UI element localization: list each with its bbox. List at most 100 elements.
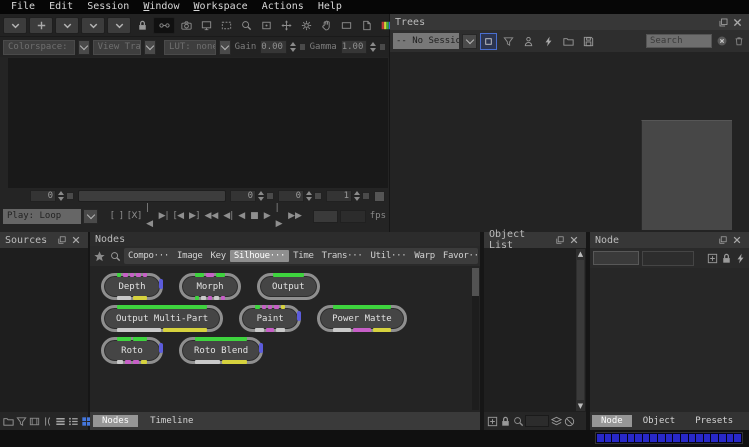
search-input[interactable] — [646, 34, 712, 48]
tab-notes[interactable]: Notes — [744, 415, 749, 427]
goto-start-button[interactable]: |◀ — [145, 200, 154, 232]
rewind-button[interactable]: ◀◀ — [203, 208, 219, 224]
layers-button[interactable] — [550, 413, 562, 430]
vertical-scrollbar[interactable] — [472, 268, 479, 410]
search-nodes-icon[interactable] — [108, 250, 122, 263]
add-node-button[interactable] — [706, 250, 718, 267]
menu-item-workspace[interactable]: Workspace — [186, 0, 254, 14]
reset-view-button[interactable] — [297, 17, 315, 34]
list-view-button[interactable] — [54, 413, 66, 430]
gain-stepper[interactable] — [290, 42, 296, 52]
fast-forward-button[interactable]: ▶▶ — [287, 208, 303, 224]
play-mode-chevron[interactable] — [83, 209, 98, 224]
session-dropdown[interactable]: -- No Session -- — [393, 33, 459, 49]
detail-view-button[interactable] — [67, 413, 79, 430]
menu-item-help[interactable]: Help — [311, 0, 349, 14]
node-label-field[interactable] — [642, 251, 694, 266]
tab-presets[interactable]: Presets — [686, 415, 742, 427]
vertical-scrollbar[interactable]: ▲ ▼ — [576, 249, 585, 411]
session-chevron[interactable] — [462, 34, 477, 49]
filter-sources-button[interactable] — [15, 413, 27, 430]
hand-pan-button[interactable] — [317, 17, 335, 34]
region-box-button[interactable] — [257, 17, 275, 34]
zoom-tool-button[interactable] — [237, 17, 255, 34]
node-item-output-multi-part[interactable]: Output Multi-Part — [101, 305, 223, 332]
tab-timeline[interactable]: Timeline — [141, 415, 202, 427]
add-object-button[interactable] — [486, 413, 498, 430]
close-panel-button[interactable] — [730, 234, 744, 247]
node-name-field[interactable] — [593, 251, 639, 265]
frame-reset-button[interactable] — [66, 192, 74, 200]
step-stepper[interactable] — [354, 191, 360, 201]
scrollbar-thumb[interactable] — [472, 268, 479, 296]
float-panel-button[interactable] — [554, 234, 568, 247]
add-viewer-button[interactable] — [29, 17, 53, 34]
process-node-button[interactable] — [734, 250, 746, 267]
viewer-canvas[interactable] — [8, 58, 388, 188]
tab-util[interactable]: Util··· — [367, 250, 411, 262]
goto-out-button[interactable]: ▶] — [188, 208, 200, 224]
range-start-reset[interactable] — [266, 192, 274, 200]
gain-field[interactable]: 0.00 — [260, 40, 287, 54]
tab-time[interactable]: Time — [289, 250, 317, 262]
trees-canvas[interactable] — [390, 52, 749, 232]
clear-search-button[interactable] — [715, 35, 729, 48]
goto-in-button[interactable]: [◀ — [173, 208, 185, 224]
set-in-button[interactable]: [ — [110, 208, 116, 224]
tab-nodes[interactable]: Nodes — [93, 415, 138, 427]
view-mode-dropdown[interactable] — [81, 17, 105, 34]
object-filter-field[interactable] — [525, 415, 549, 427]
fit-view-button[interactable] — [277, 17, 295, 34]
import-folder-button[interactable] — [560, 33, 577, 50]
disable-button[interactable] — [563, 413, 575, 430]
step-back-button[interactable]: ◀| — [222, 208, 234, 224]
menu-item-actions[interactable]: Actions — [255, 0, 311, 14]
node-item-morph[interactable]: Morph — [179, 273, 241, 300]
snapshot-button[interactable] — [177, 17, 195, 34]
filter-button[interactable] — [500, 33, 517, 50]
stop-button[interactable]: ■ — [249, 208, 260, 224]
object-list[interactable]: ▲ ▼ — [484, 248, 586, 412]
save-button[interactable] — [580, 33, 597, 50]
film-button[interactable] — [28, 413, 40, 430]
node-item-roto-blend[interactable]: Roto Blend — [179, 337, 263, 364]
sources-list[interactable] — [0, 248, 88, 412]
scroll-down-icon[interactable]: ▼ — [576, 401, 585, 411]
gamma-field[interactable]: 1.00 — [341, 40, 368, 54]
node-item-power-matte[interactable]: Power Matte — [317, 305, 407, 332]
float-panel-button[interactable] — [716, 234, 730, 247]
view-transform-dropdown[interactable]: View Trans··· — [93, 40, 141, 55]
layout-dropdown[interactable] — [55, 17, 79, 34]
menu-item-session[interactable]: Session — [80, 0, 136, 14]
tab-compo[interactable]: Compo··· — [124, 250, 173, 262]
tab-node[interactable]: Node — [592, 415, 632, 427]
float-panel-button[interactable] — [55, 234, 69, 247]
node-link-button[interactable] — [153, 17, 175, 34]
tab-key[interactable]: Key — [207, 250, 230, 262]
play-mode-dropdown[interactable]: Play: Loop — [3, 209, 81, 224]
lock-button[interactable] — [133, 17, 151, 34]
process-button[interactable] — [540, 33, 557, 50]
channel-dropdown[interactable] — [107, 17, 131, 34]
colorspace-dropdown[interactable]: Colorspace: sRGB — [3, 40, 75, 55]
search-objects-button[interactable] — [512, 413, 524, 430]
node-item-paint[interactable]: Paint — [239, 305, 301, 332]
lock-node-button[interactable] — [720, 250, 732, 267]
lut-chevron[interactable] — [219, 40, 231, 55]
view-transform-chevron[interactable] — [144, 40, 156, 55]
tab-favor[interactable]: Favor··· — [439, 250, 478, 262]
fps-field[interactable] — [313, 210, 338, 223]
tab-warp[interactable]: Warp — [410, 250, 438, 262]
menu-item-window[interactable]: Window — [136, 0, 186, 14]
crop-rect-button[interactable] — [337, 17, 355, 34]
gamma-stepper[interactable] — [370, 42, 376, 52]
close-panel-button[interactable] — [567, 234, 581, 247]
favorites-star-icon[interactable] — [92, 250, 106, 263]
trash-button[interactable] — [732, 35, 746, 48]
new-page-button[interactable] — [357, 17, 375, 34]
lock-object-button[interactable] — [499, 413, 511, 430]
node-item-depth[interactable]: Depth — [101, 273, 163, 300]
fps-display[interactable] — [340, 210, 365, 223]
clear-in-out-button[interactable]: [X] — [127, 208, 142, 224]
lut-dropdown[interactable]: LUT: none — [164, 40, 216, 55]
